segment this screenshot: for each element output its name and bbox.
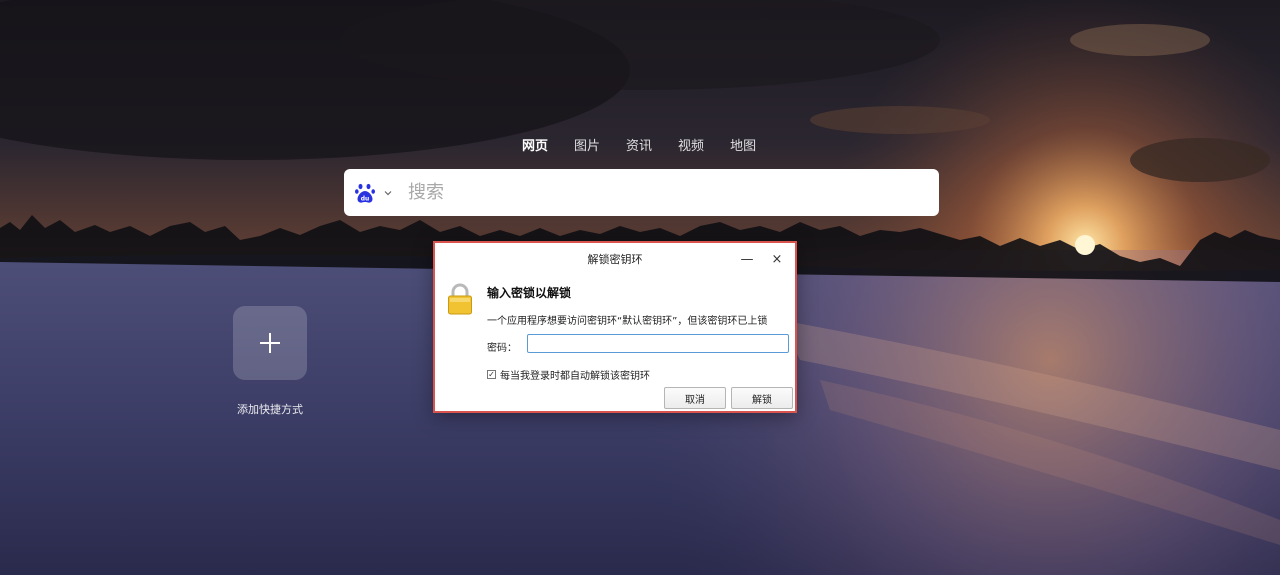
search-box: du xyxy=(344,169,939,216)
search-input[interactable] xyxy=(406,181,890,204)
dialog-heading: 输入密锁以解锁 xyxy=(487,286,572,300)
tab-images[interactable]: 图片 xyxy=(574,135,600,154)
add-shortcut-label: 添加快捷方式 xyxy=(237,403,303,416)
password-label: 密码： xyxy=(487,343,517,354)
baidu-logo-icon: du xyxy=(355,183,375,203)
plus-icon xyxy=(260,333,280,353)
chevron-down-icon xyxy=(384,190,392,195)
dialog-description: 一个应用程序想要访问密钥环“默认密钥环”，但该密钥环已上锁 xyxy=(487,316,768,327)
search-category-tabs: 网页 图片 资讯 视频 地图 xyxy=(522,135,782,154)
cancel-button[interactable]: 取消 xyxy=(664,387,726,409)
dialog-title: 解锁密钥环 xyxy=(587,252,643,266)
close-button[interactable]: × xyxy=(767,249,787,269)
padlock-icon xyxy=(448,283,472,315)
svg-text:du: du xyxy=(361,195,370,202)
tab-videos[interactable]: 视频 xyxy=(678,135,704,154)
password-field[interactable] xyxy=(527,334,789,353)
tab-news[interactable]: 资讯 xyxy=(626,135,652,154)
dialog-titlebar[interactable]: 解锁密钥环 — × xyxy=(435,243,795,274)
unlock-button[interactable]: 解锁 xyxy=(731,387,793,409)
search-engine-selector[interactable]: du xyxy=(354,169,392,216)
auto-unlock-checkbox[interactable]: ✓ 每当我登录时都自动解锁该密钥环 xyxy=(487,367,650,382)
checkbox-checked-icon: ✓ xyxy=(487,369,496,379)
new-tab-page: 网页 图片 资讯 视频 地图 du 搜索 添加快捷方式 解锁密钥环 — × 输入… xyxy=(0,0,1280,575)
unlock-keyring-dialog: 解锁密钥环 — × 输入密锁以解锁 一个应用程序想要访问密钥环“默认密钥环”，但… xyxy=(433,241,797,413)
add-shortcut-button[interactable] xyxy=(233,306,307,380)
tab-web[interactable]: 网页 xyxy=(522,135,548,154)
tab-maps[interactable]: 地图 xyxy=(730,135,756,154)
minimize-button[interactable]: — xyxy=(737,249,757,269)
auto-unlock-label: 每当我登录时都自动解锁该密钥环 xyxy=(500,371,650,382)
